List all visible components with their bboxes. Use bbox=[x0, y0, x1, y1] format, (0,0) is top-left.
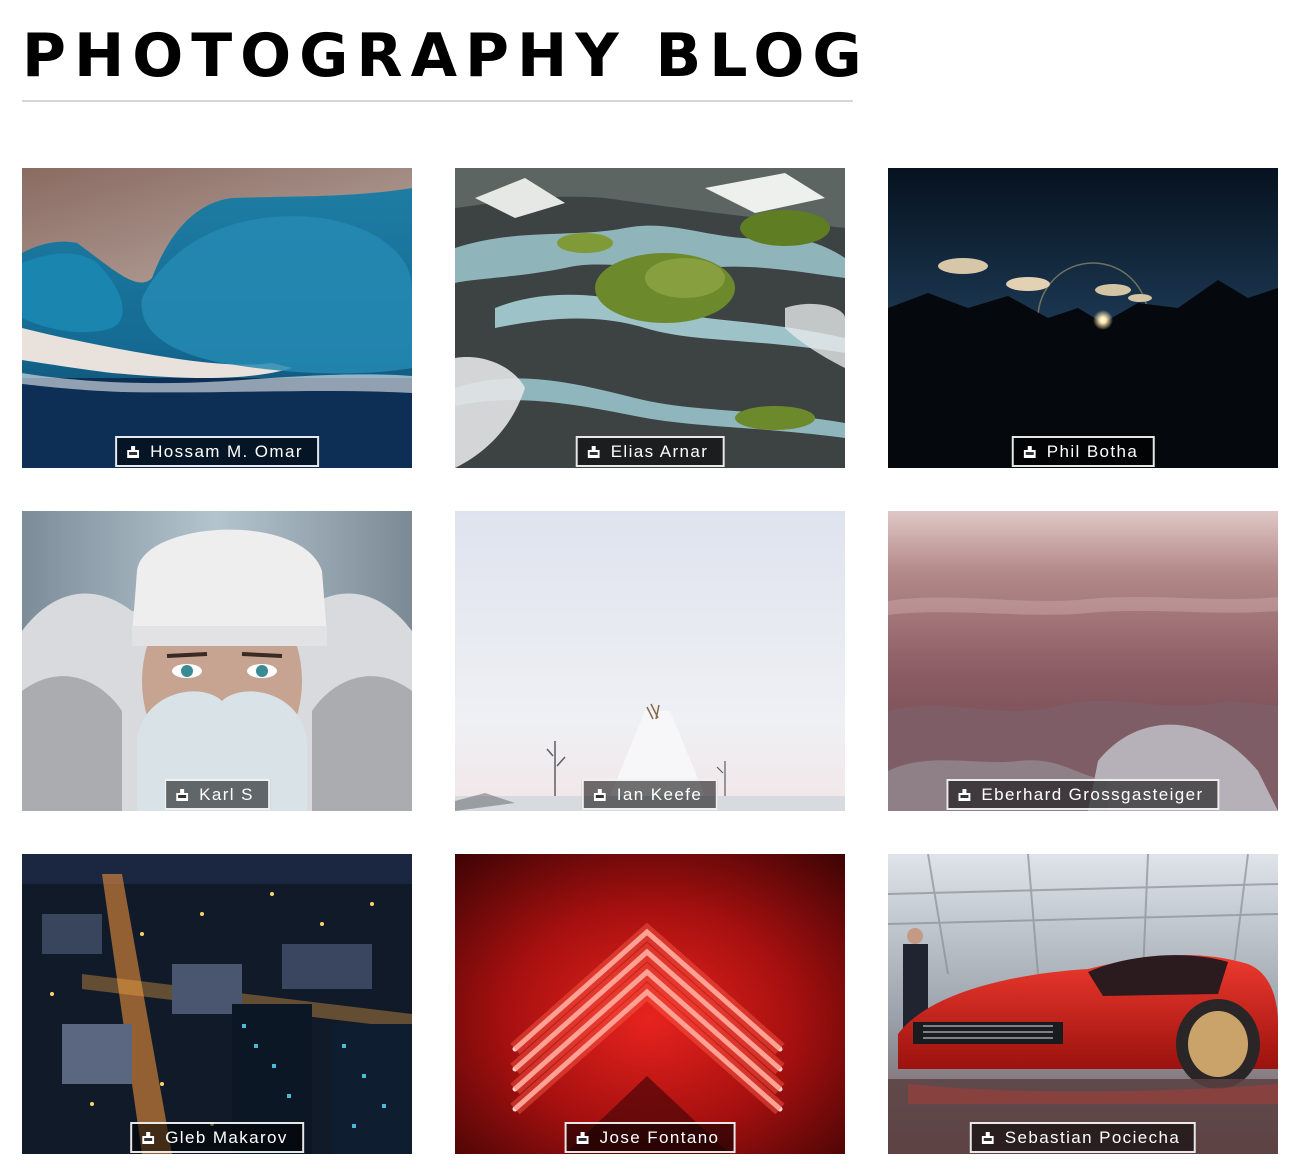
photographer-name: Ian Keefe bbox=[616, 785, 703, 804]
photo-image bbox=[455, 168, 845, 468]
camera-icon bbox=[127, 445, 140, 458]
photographer-credit[interactable]: Eberhard Grossgasteiger bbox=[946, 779, 1220, 810]
photo-image bbox=[22, 511, 412, 811]
photographer-name: Jose Fontano bbox=[599, 1128, 720, 1147]
photographer-credit[interactable]: Elias Arnar bbox=[575, 436, 725, 467]
photographer-credit[interactable]: Gleb Makarov bbox=[130, 1122, 304, 1153]
photographer-credit[interactable]: Sebastian Pociecha bbox=[969, 1122, 1197, 1153]
photographer-credit[interactable]: Karl S bbox=[164, 779, 270, 810]
camera-icon bbox=[142, 1131, 155, 1144]
photo-grid: Hossam M. Omar Elias Arnar Phil Botha Ka… bbox=[22, 168, 1278, 1154]
photo-image bbox=[22, 168, 412, 468]
camera-icon bbox=[576, 1131, 589, 1144]
photo-card[interactable]: Ian Keefe bbox=[455, 511, 845, 811]
photographer-name: Gleb Makarov bbox=[165, 1128, 288, 1147]
camera-icon bbox=[981, 1131, 994, 1144]
photo-image bbox=[22, 854, 412, 1154]
photographer-name: Hossam M. Omar bbox=[150, 442, 303, 461]
page-title: PHOTOGRAPHY BLOG bbox=[22, 21, 870, 91]
camera-icon bbox=[958, 788, 971, 801]
camera-icon bbox=[1023, 445, 1036, 458]
photographer-name: Karl S bbox=[199, 785, 254, 804]
camera-icon bbox=[587, 445, 600, 458]
camera-icon bbox=[593, 788, 606, 801]
camera-icon bbox=[176, 788, 189, 801]
photo-image bbox=[455, 511, 845, 811]
photo-card[interactable]: Hossam M. Omar bbox=[22, 168, 412, 468]
photographer-credit[interactable]: Phil Botha bbox=[1011, 436, 1155, 467]
photographer-credit[interactable]: Hossam M. Omar bbox=[115, 436, 319, 467]
photo-card[interactable]: Elias Arnar bbox=[455, 168, 845, 468]
photo-card[interactable]: Jose Fontano bbox=[455, 854, 845, 1154]
photo-image bbox=[455, 854, 845, 1154]
photo-card[interactable]: Eberhard Grossgasteiger bbox=[888, 511, 1278, 811]
photographer-name: Eberhard Grossgasteiger bbox=[981, 785, 1204, 804]
photo-card[interactable]: Karl S bbox=[22, 511, 412, 811]
photographer-credit[interactable]: Jose Fontano bbox=[564, 1122, 736, 1153]
photo-image bbox=[888, 168, 1278, 468]
photo-image bbox=[888, 511, 1278, 811]
photo-card[interactable]: Phil Botha bbox=[888, 168, 1278, 468]
photo-card[interactable]: Gleb Makarov bbox=[22, 854, 412, 1154]
photographer-name: Elias Arnar bbox=[610, 442, 709, 461]
photo-image bbox=[888, 854, 1278, 1154]
photographer-name: Phil Botha bbox=[1046, 442, 1139, 461]
page-header: PHOTOGRAPHY BLOG bbox=[22, 18, 870, 102]
photographer-name: Sebastian Pociecha bbox=[1004, 1128, 1181, 1147]
photographer-credit[interactable]: Ian Keefe bbox=[581, 779, 719, 810]
photo-card[interactable]: Sebastian Pociecha bbox=[888, 854, 1278, 1154]
